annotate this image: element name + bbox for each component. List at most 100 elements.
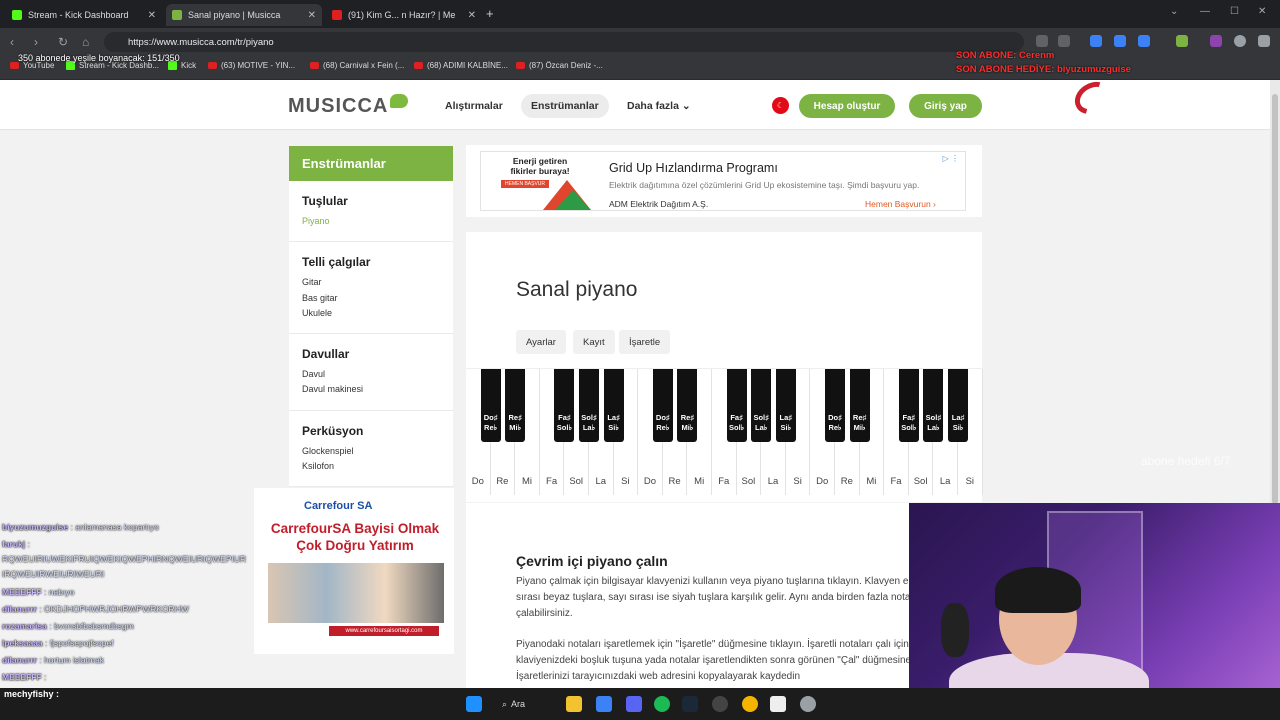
- key-label: Si: [621, 476, 630, 487]
- carrefour-ad[interactable]: Carrefour SA CarrefourSA Bayisi Olmak Ço…: [254, 488, 454, 654]
- tab-kick-dashboard[interactable]: Stream - Kick Dashboard ✕: [6, 4, 162, 26]
- bookmark-icon[interactable]: [1058, 35, 1070, 47]
- black-key[interactable]: Do♯ Re♭: [652, 369, 673, 442]
- reload-icon[interactable]: ↻: [58, 35, 68, 49]
- black-key[interactable]: Do♯ Re♭: [825, 369, 845, 442]
- sidebar-item-piano[interactable]: Piyano: [302, 214, 440, 229]
- chrome-icon[interactable]: [742, 696, 758, 712]
- info-card: Çevrim içi piyano çalın Piyano çalmak iç…: [466, 503, 982, 688]
- new-tab-button[interactable]: +: [486, 6, 494, 21]
- chat-user: MEEEFFF: [2, 587, 42, 597]
- scrollbar-thumb[interactable]: [1272, 94, 1278, 504]
- sidebar-item-ukulele[interactable]: Ukulele: [302, 306, 440, 321]
- black-key[interactable]: Fa♯ Sol♭: [726, 369, 747, 442]
- ad-image: Enerji getiren fikirler buraya! HEMEN BA…: [481, 152, 597, 210]
- black-key[interactable]: Re♯ Mi♭: [849, 369, 870, 442]
- sidebar-item-drums[interactable]: Davul: [302, 367, 440, 382]
- back-icon[interactable]: ‹: [10, 35, 14, 49]
- key-label: Fa: [718, 476, 730, 487]
- last-subscriber-text: SON ABONE: Cerenm: [956, 50, 1055, 61]
- close-icon[interactable]: ✕: [308, 10, 316, 21]
- bookmark-item[interactable]: (68) Carnival x Fein (...: [310, 61, 404, 70]
- bookmark-item[interactable]: (63) MOTIVE - YIN...: [208, 61, 295, 70]
- black-key[interactable]: Sol♯ La♭: [923, 369, 944, 442]
- sidebar-item-glockenspiel[interactable]: Glockenspiel: [302, 444, 440, 459]
- ad-brand: Carrefour SA: [304, 500, 373, 512]
- profile-icon[interactable]: [1234, 35, 1246, 47]
- discord-icon[interactable]: [626, 696, 642, 712]
- extension-icon[interactable]: [1090, 35, 1102, 47]
- chat-text: : hortum islatmak: [39, 655, 105, 665]
- tab-youtube[interactable]: (91) Kim G... n Hazır? | Me ✕: [326, 4, 482, 26]
- nav-more[interactable]: Daha fazla ⌄: [617, 94, 701, 118]
- signup-button[interactable]: Hesap oluştur: [799, 94, 895, 118]
- instrument-sidebar: Enstrümanlar Tuşlular Piyano Telli çalgı…: [289, 146, 453, 488]
- bookmark-item[interactable]: (68) ADIMI KALBİNE...: [414, 61, 508, 70]
- taskbar-search-label: Ara: [511, 699, 526, 709]
- bookmark-item[interactable]: (87) Özcan Deniz -...: [516, 61, 603, 70]
- maximize-icon[interactable]: ☐: [1230, 6, 1239, 17]
- sidebar-item-xylophone[interactable]: Ksilofon: [302, 459, 440, 474]
- sidebar-item-guitar[interactable]: Gitar: [302, 275, 440, 290]
- adchoices-icon[interactable]: ▷ ⋮: [943, 154, 959, 163]
- extension-icon[interactable]: [1114, 35, 1126, 47]
- chat-message: biyuzumuzguise : anlamanasa kopartıyo: [2, 522, 159, 532]
- obs-icon[interactable]: [712, 696, 728, 712]
- black-key[interactable]: Re♯ Mi♭: [677, 369, 698, 442]
- chat-text: :: [27, 539, 30, 549]
- black-key[interactable]: Sol♯ La♭: [579, 369, 599, 442]
- app-icon[interactable]: [596, 696, 612, 712]
- capcut-icon[interactable]: [770, 696, 786, 712]
- minimize-icon[interactable]: —: [1200, 6, 1210, 17]
- settings-button[interactable]: Ayarlar: [516, 330, 566, 354]
- extension-icon[interactable]: [1210, 35, 1222, 47]
- black-key[interactable]: Fa♯ Sol♭: [898, 369, 919, 442]
- ad-inner[interactable]: Enerji getiren fikirler buraya! HEMEN BA…: [480, 151, 966, 211]
- close-icon[interactable]: ✕: [148, 10, 156, 21]
- mark-button[interactable]: İşaretle: [619, 330, 671, 354]
- forward-icon[interactable]: ›: [34, 35, 38, 49]
- record-button[interactable]: Kayıt: [573, 330, 615, 354]
- sidebar-item-bass-guitar[interactable]: Bas gitar: [302, 291, 440, 306]
- menu-icon[interactable]: [1258, 35, 1270, 47]
- ad-cta-link[interactable]: Hemen Başvurun ›: [865, 199, 936, 209]
- black-key[interactable]: Do♯ Re♭: [480, 369, 501, 442]
- folder-icon[interactable]: [566, 696, 582, 712]
- puzzle-icon[interactable]: [1138, 35, 1150, 47]
- steam-icon[interactable]: [682, 696, 698, 712]
- home-icon[interactable]: ⌂: [82, 35, 89, 49]
- close-icon[interactable]: ✕: [468, 10, 476, 21]
- sidebar-heading: Davullar: [302, 347, 350, 362]
- sidebar-item-drum-machine[interactable]: Davul makinesi: [302, 382, 440, 397]
- black-key[interactable]: La♯ Si♭: [948, 369, 968, 442]
- black-key[interactable]: Re♯ Mi♭: [505, 369, 526, 442]
- share-icon[interactable]: [1036, 35, 1048, 47]
- turkey-flag-icon[interactable]: ☾: [772, 97, 789, 114]
- black-key[interactable]: La♯ Si♭: [775, 369, 796, 442]
- tab-search-icon[interactable]: ⌄: [1170, 6, 1178, 17]
- site-logo[interactable]: MUSICCA: [288, 95, 388, 118]
- youtube-icon: [208, 62, 217, 69]
- taskbar-search[interactable]: ⌕ Ara: [502, 696, 554, 712]
- youtube-icon: [10, 62, 19, 69]
- chat-message: lpeksaaaa : fjspofsepojfsopef: [2, 638, 114, 648]
- black-key[interactable]: Fa♯ Sol♭: [554, 369, 575, 442]
- login-button[interactable]: Giriş yap: [909, 94, 982, 118]
- bookmark-label: (68) ADIMI KALBİNE...: [427, 61, 508, 70]
- tab-musicca[interactable]: Sanal piyano | Musicca ✕: [166, 4, 322, 26]
- nav-instruments[interactable]: Enstrümanlar: [521, 94, 609, 118]
- address-bar: ‹ › ↻ ⌂ https://www.musicca.com/tr/piyan…: [0, 28, 1280, 56]
- settings-icon[interactable]: [800, 696, 816, 712]
- ad-graphic: [555, 190, 591, 210]
- ad-title[interactable]: Grid Up Hızlandırma Programı: [609, 161, 778, 175]
- windows-start-icon[interactable]: [466, 696, 482, 712]
- spotify-icon[interactable]: [654, 696, 670, 712]
- black-key[interactable]: Sol♯ La♭: [751, 369, 772, 442]
- black-key[interactable]: La♯ Si♭: [603, 369, 624, 442]
- nav-exercises[interactable]: Alıştırmalar: [435, 94, 513, 118]
- extension-icon[interactable]: [1176, 35, 1188, 47]
- youtube-icon: [516, 62, 525, 69]
- window-close-icon[interactable]: ✕: [1258, 6, 1266, 17]
- url-input[interactable]: https://www.musicca.com/tr/piyano: [104, 32, 1024, 52]
- webcam-person-hair: [995, 567, 1081, 613]
